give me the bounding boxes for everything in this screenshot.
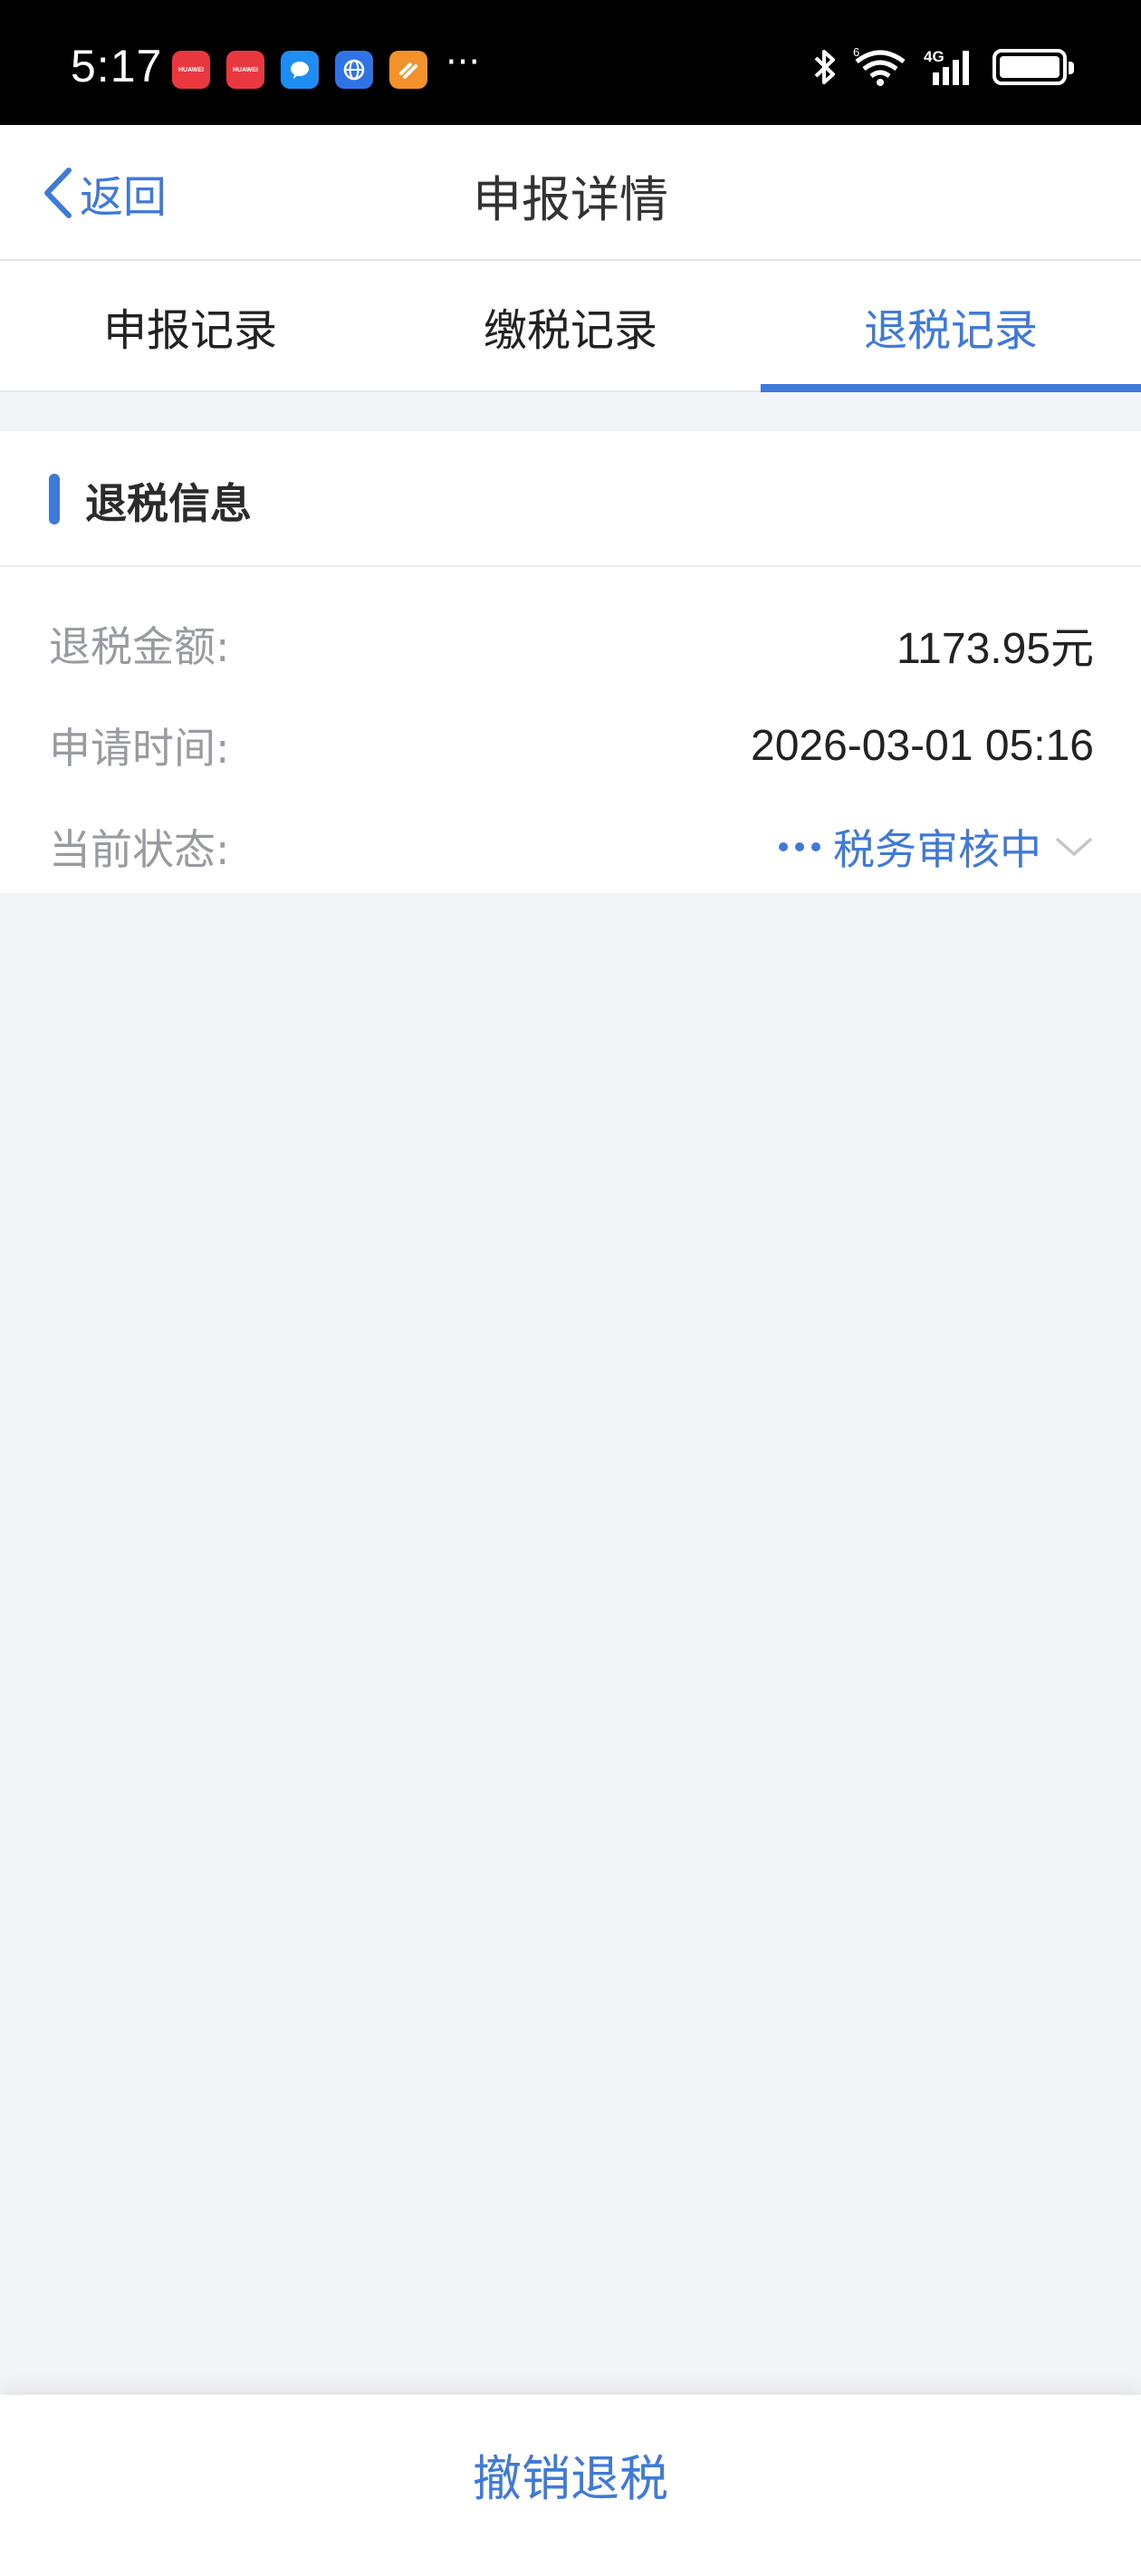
wifi-label: 6 — [853, 47, 859, 59]
browser-icon — [335, 51, 373, 89]
apply-time-label: 申请时间: — [49, 724, 230, 773]
current-status-row: 当前状态: 税务审核中 — [49, 815, 1094, 879]
network-type-label: 4G — [924, 48, 944, 65]
tab-payment-records[interactable]: 缴税记录 — [380, 261, 761, 390]
status-icons: 6 4G — [813, 47, 1074, 87]
tab-bar: 申报记录 缴税记录 退税记录 — [0, 261, 1141, 392]
apply-time-value: 2026-03-01 05:16 — [751, 721, 1094, 770]
apply-time-row: 申请时间: 2026-03-01 05:16 — [49, 714, 1094, 777]
more-notifications-icon: ··· — [446, 42, 481, 83]
status-value: 税务审核中 — [833, 825, 1041, 874]
section-title: 退税信息 — [85, 479, 252, 528]
status-time: 5:17 — [71, 41, 163, 91]
chevron-down-icon — [1056, 838, 1092, 856]
nav-bar: 返回 申报详情 — [0, 125, 1141, 261]
notification-icons: HUAWEI HUAWEI — [172, 51, 427, 89]
refund-amount-label: 退税金额: — [49, 622, 230, 671]
huawei-store-icon: HUAWEI — [226, 51, 264, 89]
page-title: 申报详情 — [473, 171, 668, 228]
screen: 5:17 HUAWEI HUAWEI ··· 6 4G 返回 申报详情 申报记录… — [0, 0, 1141, 2576]
messages-icon — [281, 51, 319, 89]
wifi-icon: 6 — [853, 47, 906, 86]
in-progress-dots-icon — [779, 842, 820, 851]
current-status-label: 当前状态: — [49, 825, 230, 874]
bottom-action-bar: 撤销退税 — [0, 2395, 1141, 2576]
status-toggle[interactable]: 税务审核中 — [779, 817, 1094, 877]
section-accent-bar — [49, 474, 60, 524]
refund-info-card: 退税信息 退税金额: 1173.95元 申请时间: 2026-03-01 05:… — [0, 431, 1141, 893]
section-header: 退税信息 — [0, 431, 1141, 567]
orange-app-icon — [389, 51, 427, 89]
refund-amount-row: 退税金额: 1173.95元 — [49, 612, 1094, 676]
battery-icon — [992, 49, 1074, 85]
cellular-signal-icon: 4G — [924, 48, 969, 85]
bluetooth-icon — [814, 50, 835, 84]
tab-refund-records[interactable]: 退税记录 — [761, 261, 1141, 392]
refund-amount-value: 1173.95元 — [896, 625, 1094, 673]
status-bar: 5:17 HUAWEI HUAWEI ··· 6 4G — [0, 0, 1141, 125]
tab-declaration-records[interactable]: 申报记录 — [0, 261, 380, 390]
revoke-refund-button[interactable]: 撤销退税 — [0, 2424, 1141, 2523]
huawei-store-icon: HUAWEI — [172, 51, 210, 89]
